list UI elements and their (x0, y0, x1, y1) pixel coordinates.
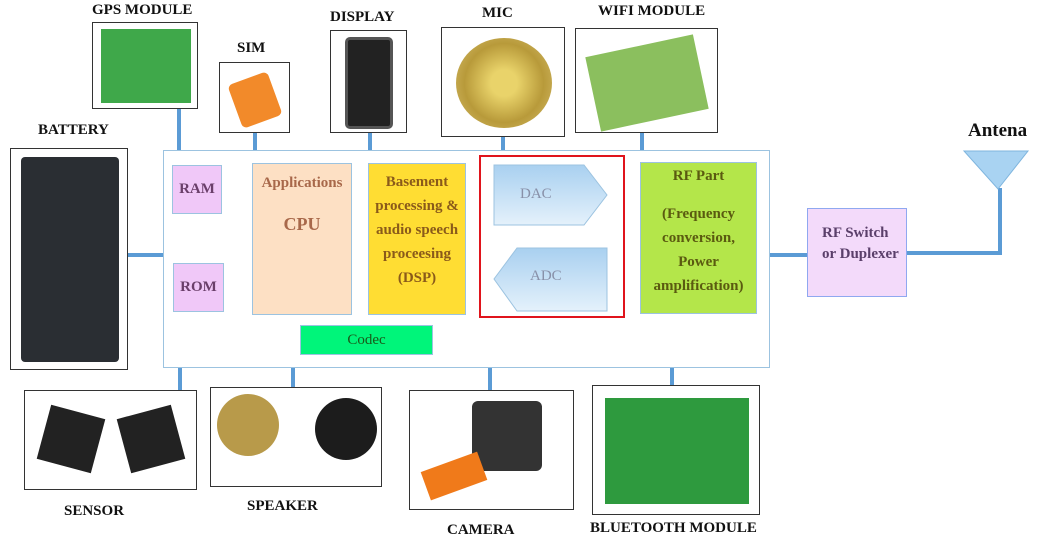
converter-shapes (493, 164, 608, 312)
speaker-image (210, 387, 382, 487)
camera-image (409, 390, 574, 510)
rom-block: ROM (173, 263, 224, 312)
cpu-applications-label: Applications (261, 175, 343, 191)
gps-module-label: GPS MODULE (92, 2, 193, 18)
cpu-block: Applications CPU (252, 163, 352, 315)
sim-image (219, 62, 290, 133)
antenna-connector-h (907, 251, 1002, 255)
dsp-block: Basement processing & audio speech proce… (368, 163, 466, 315)
speaker-connector (291, 368, 295, 387)
codec-block: Codec (300, 325, 433, 355)
rf-switch-label: RF Switch or Duplexer (822, 225, 899, 262)
rf-part-description: (Frequency conversion, Power amplificati… (653, 206, 744, 294)
display-connector (368, 133, 372, 151)
battery-label: BATTERY (38, 122, 109, 138)
ram-block: RAM (172, 165, 222, 214)
antenna-label: Antena (968, 120, 1028, 141)
rom-label: ROM (180, 279, 217, 295)
sim-connector (253, 133, 257, 151)
speaker-label: SPEAKER (247, 498, 318, 514)
sim-label: SIM (237, 40, 266, 56)
gps-connector (177, 109, 181, 151)
antenna-connector-v (998, 188, 1002, 255)
rf-switch-connector (770, 253, 807, 257)
cpu-label: CPU (283, 214, 321, 234)
mic-label: MIC (482, 5, 513, 21)
adc-label: ADC (530, 268, 562, 284)
sensor-label: SENSOR (64, 503, 125, 519)
battery-image (10, 148, 128, 370)
camera-label: CAMERA (447, 522, 515, 538)
ram-label: RAM (179, 181, 215, 197)
camera-connector (488, 368, 492, 390)
sensor-connector (178, 368, 182, 390)
codec-label: Codec (347, 331, 386, 348)
battery-connector (128, 253, 163, 257)
antenna-icon (962, 150, 1030, 190)
display-label: DISPLAY (330, 9, 395, 25)
mic-image (441, 27, 565, 137)
wifi-module-label: WIFI MODULE (598, 3, 706, 19)
dac-label: DAC (520, 186, 552, 202)
rf-switch-block: RF Switch or Duplexer (807, 208, 907, 297)
rf-part-title: RF Part (672, 168, 725, 184)
wifi-module-image (575, 28, 718, 133)
bluetooth-module-image (592, 385, 760, 515)
bluetooth-connector (670, 368, 674, 385)
display-image (330, 30, 407, 133)
gps-module-image (92, 22, 198, 109)
mic-connector (501, 137, 505, 151)
rf-part-block: RF Part (Frequency conversion, Power ampl… (640, 162, 757, 314)
sensor-image (24, 390, 197, 490)
bluetooth-module-label: BLUETOOTH MODULE (590, 520, 757, 536)
dsp-label: Basement processing & audio speech proce… (375, 174, 459, 286)
wifi-connector (640, 133, 644, 151)
